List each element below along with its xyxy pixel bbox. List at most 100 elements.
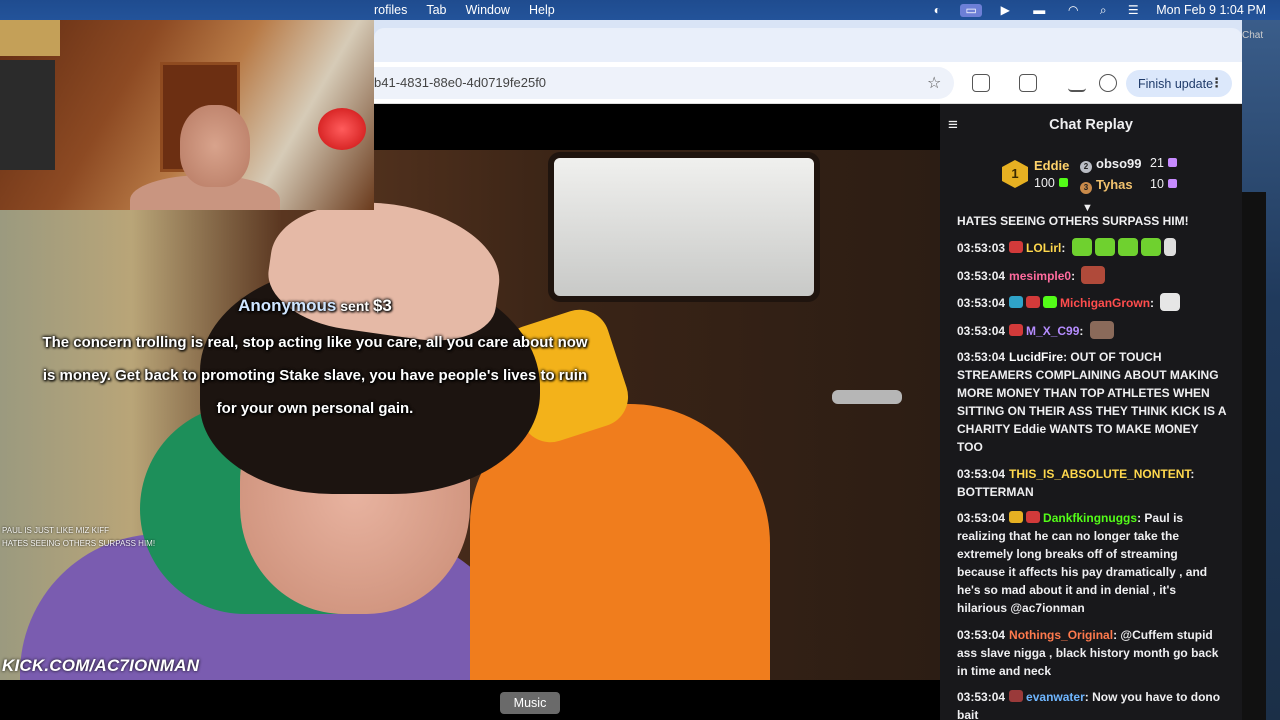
user-badge-icon <box>1009 241 1024 253</box>
address-bar[interactable]: b41-4831-88e0-4d0719fe25f0 ☆ <box>374 67 954 99</box>
chat-message: 03:53:04 THIS_IS_ABSOLUTE_NONTENT: BOTTER… <box>957 466 1195 499</box>
user-badge-icon <box>1026 296 1041 308</box>
chat-message: 03:53:04 M_X_C99: <box>957 320 1227 340</box>
macos-menubar: rofiles Tab Window Help ◐ ▭ ▶ ▬ ◠ ⌕ ☰ Mo… <box>0 0 1280 20</box>
leader-1-score: 100 <box>1034 176 1068 190</box>
chat-title: Chat Replay <box>1049 117 1133 133</box>
background-tab-text: Chat <box>1242 30 1264 41</box>
music-tooltip: Music <box>500 692 560 714</box>
browser-tabstrip <box>374 20 1242 62</box>
chat-messages: HATES SEEING OTHERS SURPASS HIM! 03:53:0… <box>957 212 1227 720</box>
extensions-icon[interactable] <box>972 74 990 92</box>
rank-2-icon: 2 <box>1080 161 1092 173</box>
screen-mirror-icon[interactable]: ▭ <box>960 3 983 17</box>
leader-2-name[interactable]: 2 obso99 <box>1080 156 1142 173</box>
chat-message: HATES SEEING OTHERS SURPASS HIM! <box>957 214 1189 228</box>
emote-icon <box>1140 238 1161 256</box>
chat-message: 03:53:04 LucidFire: OUT OF TOUCH STREAMER… <box>957 350 1227 454</box>
mini-chat-line: PAUL IS JUST LIKE MIZ KIFF <box>2 526 109 535</box>
channel-watermark: KICK.COM/AC7IONMAN <box>2 656 200 675</box>
stream-mini-chat: PAUL IS JUST LIKE MIZ KIFF HATES SEEING … <box>2 524 202 550</box>
chat-message: 03:53:04 MichiganGrown: <box>957 293 1227 312</box>
battery-icon[interactable]: ▬ <box>1028 3 1050 17</box>
finish-update-label: Finish update <box>1138 76 1214 91</box>
user-badge-icon <box>1009 511 1024 523</box>
webcam-instrument-panel <box>0 60 55 170</box>
cast-icon[interactable] <box>1019 74 1037 92</box>
background-window-strip <box>1242 192 1266 720</box>
menu-window[interactable]: Window <box>466 3 510 17</box>
donation-message: The concern trolling is real, stop actin… <box>42 334 588 417</box>
chat-username[interactable]: LucidFire <box>1009 350 1063 364</box>
play-icon[interactable]: ▶ <box>998 3 1012 17</box>
donation-amount: $3 <box>372 296 392 315</box>
bookmark-star-icon[interactable]: ☆ <box>927 73 941 93</box>
emote-icon <box>1071 238 1092 256</box>
boat-window <box>548 152 820 302</box>
chat-message: 03:53:03 LOLirl: <box>957 238 1227 257</box>
leader-3-score: 10 <box>1150 177 1177 191</box>
leader-1-name[interactable]: Eddie <box>1034 158 1069 173</box>
browser-toolbar: b41-4831-88e0-4d0719fe25f0 ☆ Finish upda… <box>374 62 1242 104</box>
user-badge-icon <box>1026 511 1041 523</box>
screen: Anonymous sent $3 The concern trolling i… <box>0 0 1280 720</box>
webcam-overlay <box>0 0 374 210</box>
user-badge-icon <box>1009 323 1024 336</box>
rank-1-badge: 1 <box>1002 160 1028 188</box>
chat-message: 03:53:04 Nothings_Original: @Cuffem stupi… <box>957 627 1219 678</box>
donation-alert: Anonymous sent $3 The concern trolling i… <box>0 296 630 434</box>
background-window-sliver: Chat <box>1242 20 1280 720</box>
chat-message: 03:53:04 evanwater: Now you have to dono … <box>957 690 1221 720</box>
leader-2-score: 21 <box>1150 156 1177 170</box>
chat-message: 03:53:04 mesimple0: <box>957 265 1227 285</box>
wifi-icon[interactable]: ◠ <box>1066 3 1080 17</box>
donation-header: Anonymous sent $3 <box>0 296 630 316</box>
video-bottom-bar <box>0 680 940 720</box>
emote-icon <box>1163 238 1176 256</box>
browser-tab-active[interactable] <box>374 28 1242 62</box>
clock[interactable]: Mon Feb 9 1:04 PM <box>1156 3 1266 17</box>
chat-username[interactable]: evanwater <box>1026 690 1085 704</box>
chat-message: 03:53:04 Dankfkingnuggs: Paul is realizin… <box>957 511 1208 615</box>
emote-icon <box>1081 265 1106 284</box>
control-center-icon[interactable]: ☰ <box>1126 3 1140 17</box>
emote-icon <box>1117 238 1138 256</box>
vpn-icon[interactable]: ◐ <box>930 3 944 17</box>
url-text: b41-4831-88e0-4d0719fe25f0 <box>374 75 547 90</box>
menu-profiles[interactable]: rofiles <box>374 3 407 17</box>
donation-verb: sent <box>336 298 373 314</box>
menu-help[interactable]: Help <box>529 3 555 17</box>
emote-icon <box>1094 238 1115 256</box>
mini-chat-line: HATES SEEING OTHERS SURPASS HIM! <box>2 539 156 548</box>
gift-icon <box>1058 178 1068 187</box>
user-badge-icon <box>1043 296 1058 308</box>
search-icon[interactable]: ⌕ <box>1096 3 1110 17</box>
user-badge-icon <box>1009 296 1024 308</box>
finish-update-button[interactable]: Finish update ⋮ <box>1126 70 1232 97</box>
profile-icon[interactable] <box>1099 74 1117 92</box>
chat-username[interactable]: M_X_C99 <box>1026 324 1079 338</box>
door-handle <box>832 390 902 404</box>
rank-3-icon: 3 <box>1080 182 1092 194</box>
user-badge-icon <box>1009 690 1024 702</box>
chat-username[interactable]: THIS_IS_ABSOLUTE_NONTENT <box>1009 467 1190 481</box>
gift-icon <box>1167 179 1177 188</box>
chat-replay-panel: ≡ Chat Replay 1 Eddie 100 2 obso99 21 3 Ty… <box>940 104 1242 720</box>
chat-username[interactable]: Nothings_Original <box>1009 628 1113 642</box>
webcam-person-head <box>180 105 250 187</box>
chat-username[interactable]: Dankfkingnuggs <box>1043 511 1137 525</box>
emote-icon <box>1089 320 1114 339</box>
more-menu-icon[interactable]: ⋮ <box>1210 75 1223 91</box>
webcam-plush-toy <box>318 108 366 150</box>
chat-username[interactable]: LOLirl <box>1026 241 1061 255</box>
gift-icon <box>1167 158 1177 167</box>
donation-sender: Anonymous <box>238 296 337 315</box>
gift-leaderboard: 1 Eddie 100 2 obso99 21 3 Tyhas 10 <box>940 150 1242 210</box>
video-top-bar <box>374 104 940 150</box>
menu-tab[interactable]: Tab <box>426 3 446 17</box>
media-controls-icon[interactable] <box>1068 74 1086 92</box>
chat-username[interactable]: MichiganGrown <box>1060 296 1150 310</box>
leader-3-name[interactable]: 3 Tyhas <box>1080 177 1133 194</box>
chat-username[interactable]: mesimple0 <box>1009 269 1071 283</box>
emote-icon <box>1160 293 1181 311</box>
